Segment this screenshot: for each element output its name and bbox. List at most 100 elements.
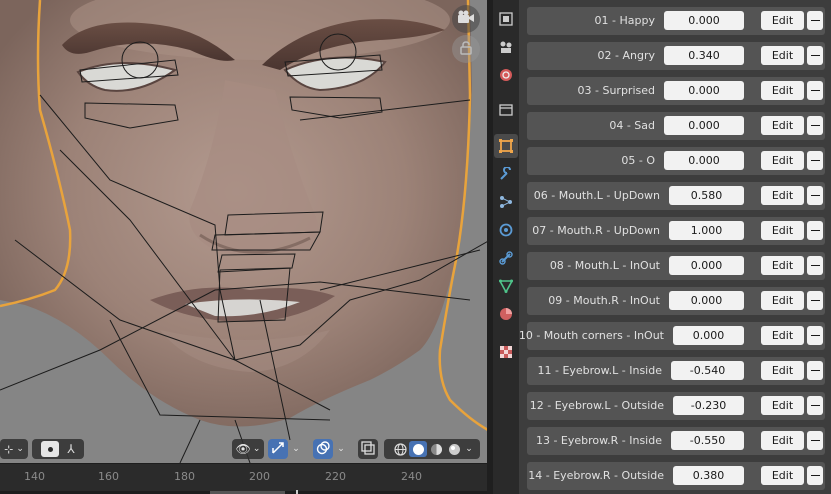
modifier-icon[interactable] — [494, 162, 518, 186]
pivot-snap-group[interactable]: ⅄ — [32, 439, 84, 459]
playhead[interactable] — [296, 490, 298, 494]
camera-view-button[interactable] — [452, 5, 480, 33]
scene-icon[interactable] — [494, 98, 518, 122]
visibility-dropdown[interactable]: 👁 ⌄ — [232, 439, 264, 459]
shape-key-value-field[interactable]: -0.540 — [671, 361, 744, 380]
shape-key-edit-button[interactable]: Edit — [761, 291, 804, 310]
constraints-icon[interactable] — [494, 246, 518, 270]
overlays-toggle[interactable] — [313, 439, 333, 459]
shape-key-value-field[interactable]: 0.000 — [669, 256, 744, 275]
material-icon[interactable] — [494, 302, 518, 326]
shape-key-edit-button[interactable]: Edit — [761, 431, 804, 450]
overlays-dropdown[interactable]: ⌄ — [334, 439, 348, 459]
shape-key-row[interactable]: 11 - Eyebrow.L - Inside -0.540 Edit — [527, 357, 825, 385]
shape-key-edit-button[interactable]: Edit — [761, 11, 804, 30]
shape-key-value-field[interactable]: 0.000 — [664, 116, 744, 135]
output-icon[interactable] — [494, 35, 518, 59]
shape-key-edit-button[interactable]: Edit — [761, 221, 804, 240]
shape-key-value-field[interactable]: 0.000 — [664, 11, 744, 30]
gizmo-toggle[interactable] — [268, 439, 288, 459]
shape-key-edit-button[interactable]: Edit — [761, 81, 804, 100]
shape-key-edit-button[interactable]: Edit — [761, 361, 804, 380]
solid-sphere-icon[interactable] — [409, 441, 428, 457]
shape-key-row[interactable]: 08 - Mouth.L - InOut 0.000 Edit — [527, 252, 825, 280]
shape-key-row[interactable]: 01 - Happy 0.000 Edit — [527, 7, 825, 35]
shape-key-edit-button[interactable]: Edit — [761, 466, 804, 485]
shape-key-remove-button[interactable] — [807, 221, 823, 240]
xray-toggle[interactable] — [358, 439, 378, 459]
minus-icon — [810, 125, 820, 126]
shape-key-remove-button[interactable] — [807, 326, 823, 345]
minus-icon — [810, 335, 820, 336]
shape-key-remove-button[interactable] — [807, 361, 823, 380]
cursor-icon: ⊹ — [4, 442, 14, 456]
shape-key-remove-button[interactable] — [807, 11, 823, 30]
shape-key-edit-button[interactable]: Edit — [761, 151, 804, 170]
shape-key-value-field[interactable]: 0.000 — [669, 291, 744, 310]
shape-key-value-field[interactable]: 0.380 — [673, 466, 744, 485]
shape-key-value-field[interactable]: 0.000 — [664, 151, 744, 170]
chevron-down-icon[interactable]: ⌄ — [465, 444, 473, 454]
shape-key-remove-button[interactable] — [807, 396, 823, 415]
shape-key-row[interactable]: 07 - Mouth.R - UpDown 1.000 Edit — [527, 217, 825, 245]
shape-key-edit-button[interactable]: Edit — [761, 116, 804, 135]
render-sphere-icon[interactable] — [445, 441, 463, 457]
shape-key-remove-button[interactable] — [807, 466, 823, 485]
render-icon[interactable] — [494, 7, 518, 31]
chevron-down-icon: ⌄ — [252, 444, 261, 454]
timeline-tick: 200 — [249, 470, 270, 483]
shape-key-row[interactable]: 09 - Mouth.R - InOut 0.000 Edit — [527, 287, 825, 315]
shape-key-row[interactable]: 05 - O 0.000 Edit — [527, 147, 825, 175]
shape-key-remove-button[interactable] — [807, 46, 823, 65]
shape-key-row[interactable]: 04 - Sad 0.000 Edit — [527, 112, 825, 140]
shape-key-row[interactable]: 02 - Angry 0.340 Edit — [527, 42, 825, 70]
wireframe-sphere-icon[interactable] — [391, 441, 409, 457]
shape-key-value-field[interactable]: 0.340 — [664, 46, 744, 65]
timeline[interactable]: 140 160 180 200 220 240 — [0, 463, 490, 494]
gizmo-dropdown[interactable]: ⌄ — [289, 439, 303, 459]
3d-viewport[interactable]: ⊹ ⌄ ⅄ 👁 ⌄ ⌄ ⌄ ⌄ — [0, 0, 490, 463]
view-layer-icon[interactable] — [494, 63, 518, 87]
object-data-icon[interactable] — [494, 274, 518, 298]
properties-tabs — [493, 0, 519, 494]
face-render[interactable] — [0, 0, 490, 463]
shape-key-remove-button[interactable] — [807, 291, 823, 310]
particles-icon[interactable] — [494, 190, 518, 214]
shape-key-value-field[interactable]: 0.580 — [669, 186, 744, 205]
shape-key-label: 01 - Happy — [594, 14, 655, 27]
minus-icon — [810, 195, 820, 196]
shape-key-remove-button[interactable] — [807, 431, 823, 450]
shape-key-remove-button[interactable] — [807, 116, 823, 135]
pivot-dot-icon[interactable] — [41, 441, 60, 457]
bone-icon[interactable]: ⅄ — [67, 442, 74, 456]
shape-key-edit-button[interactable]: Edit — [761, 396, 804, 415]
shape-key-label: 06 - Mouth.L - UpDown — [533, 189, 660, 202]
physics-icon[interactable] — [494, 218, 518, 242]
shape-key-row[interactable]: 06 - Mouth.L - UpDown 0.580 Edit — [527, 182, 825, 210]
shape-key-remove-button[interactable] — [807, 81, 823, 100]
shape-key-value-field[interactable]: 1.000 — [669, 221, 744, 240]
object-icon[interactable] — [494, 134, 518, 158]
shape-key-row[interactable]: 13 - Eyebrow.R - Inside -0.550 Edit — [527, 427, 825, 455]
shape-key-edit-button[interactable]: Edit — [761, 256, 804, 275]
shape-key-value-field[interactable]: 0.000 — [673, 326, 744, 345]
texture-icon[interactable] — [494, 340, 518, 364]
shape-key-remove-button[interactable] — [807, 151, 823, 170]
shape-key-label: 02 - Angry — [597, 49, 655, 62]
shape-key-remove-button[interactable] — [807, 256, 823, 275]
material-sphere-icon[interactable] — [427, 441, 445, 457]
shape-key-value-field[interactable]: -0.230 — [673, 396, 744, 415]
shape-key-row[interactable]: 14 - Eyebrow.R - Outside 0.380 Edit — [527, 462, 825, 490]
timeline-tick: 140 — [24, 470, 45, 483]
shape-key-row[interactable]: 12 - Eyebrow.L - Outside -0.230 Edit — [527, 392, 825, 420]
shape-key-remove-button[interactable] — [807, 186, 823, 205]
shape-key-value-field[interactable]: -0.550 — [671, 431, 744, 450]
shape-key-row[interactable]: 10 - Mouth corners - InOut 0.000 Edit — [519, 322, 825, 350]
shape-key-edit-button[interactable]: Edit — [761, 326, 804, 345]
shape-key-row[interactable]: 03 - Surprised 0.000 Edit — [527, 77, 825, 105]
shape-key-edit-button[interactable]: Edit — [761, 46, 804, 65]
transform-orientation-dropdown[interactable]: ⊹ ⌄ — [0, 439, 28, 459]
shape-key-value-field[interactable]: 0.000 — [664, 81, 744, 100]
shape-key-edit-button[interactable]: Edit — [761, 186, 804, 205]
lock-camera-button[interactable] — [452, 35, 480, 63]
